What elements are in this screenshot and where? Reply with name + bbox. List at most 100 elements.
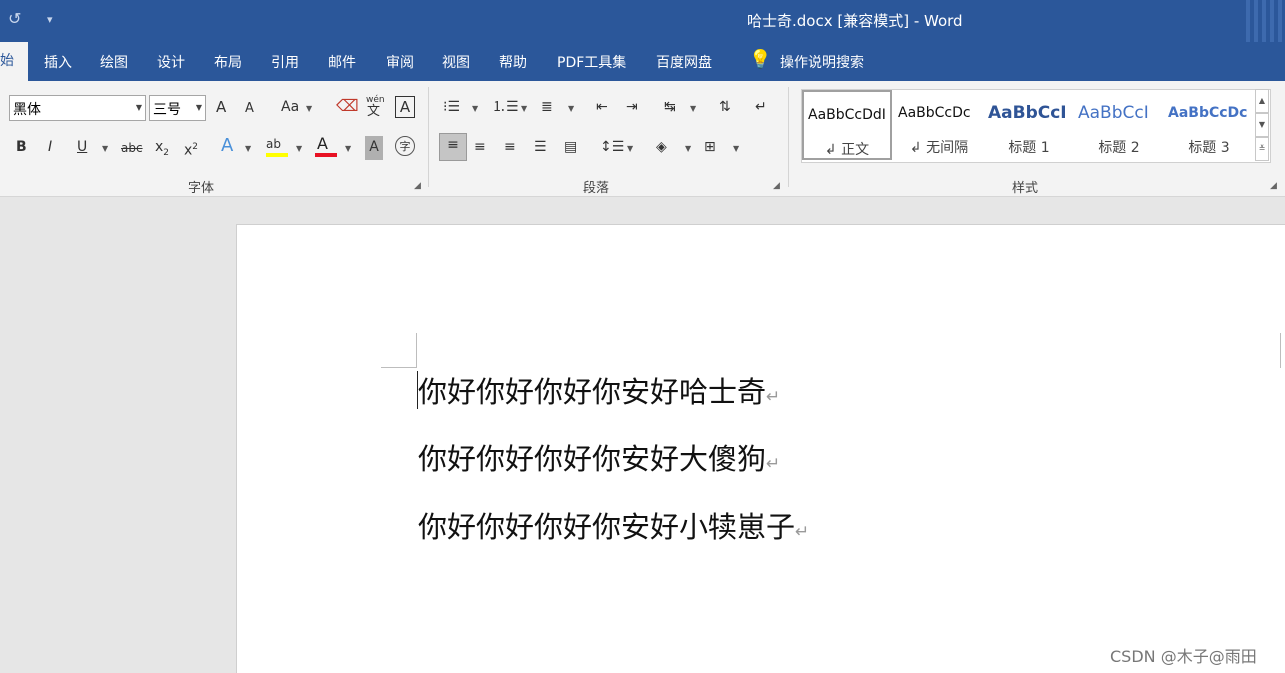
strikethrough-button[interactable]: abc xyxy=(121,137,143,161)
chevron-down-icon[interactable]: ▼ xyxy=(733,144,739,153)
bold-button[interactable]: B xyxy=(16,136,27,160)
decrease-indent-icon[interactable]: ⇤ xyxy=(596,96,608,120)
styles-scroll-up[interactable]: ▲ xyxy=(1255,89,1269,113)
style-heading-1[interactable]: AaBbCcI 标题 1 xyxy=(984,90,1074,160)
tab-references[interactable]: 引用 xyxy=(271,52,299,72)
multilevel-list-icon[interactable]: ≣ xyxy=(541,96,553,120)
window-title: 哈士奇.docx [兼容模式] - Word xyxy=(747,12,963,30)
document-line[interactable]: 你好你好你好你安好小犊崽子↵ xyxy=(418,504,809,546)
align-center-icon[interactable]: ≡ xyxy=(474,136,486,160)
styles-scroll-down[interactable]: ▼ xyxy=(1255,113,1269,137)
style-heading-3[interactable]: AaBbCcDc 标题 3 xyxy=(1164,90,1254,160)
distributed-icon[interactable]: ▤ xyxy=(564,136,577,160)
dialog-launcher-icon[interactable]: ◢ xyxy=(1270,181,1277,191)
chevron-down-icon[interactable]: ▼ xyxy=(685,144,691,153)
document-line[interactable]: 你好你好你好你安好哈士奇↵ xyxy=(418,369,780,411)
chevron-down-icon[interactable]: ▼ xyxy=(345,144,351,153)
paragraph-mark: ↵ xyxy=(766,387,781,407)
change-case-button[interactable]: Aa xyxy=(281,96,299,120)
sort-icon[interactable]: ⇅ xyxy=(719,96,731,120)
tab-baidu-netdisk[interactable]: 百度网盘 xyxy=(656,52,712,72)
style-normal[interactable]: AaBbCcDdI ↲ 正文 xyxy=(802,90,892,160)
superscript-button[interactable]: x2 xyxy=(184,136,198,160)
style-name: ↲ 无间隔 xyxy=(909,140,969,156)
clear-formatting-icon[interactable]: ⌫ xyxy=(336,95,359,119)
char-border-button[interactable]: A xyxy=(395,96,415,118)
tab-draw[interactable]: 绘图 xyxy=(100,52,128,72)
justify-icon[interactable]: ☰ xyxy=(534,136,547,160)
crop-mark xyxy=(381,367,417,368)
chevron-down-icon[interactable]: ▼ xyxy=(102,144,108,153)
paragraph-mark: ↵ xyxy=(795,522,810,542)
font-size-box[interactable]: 三号 ▼ xyxy=(149,95,206,121)
style-heading-2[interactable]: AaBbCcI 标题 2 xyxy=(1074,90,1164,160)
enclose-characters-button[interactable]: 字 xyxy=(395,136,415,156)
chevron-down-icon[interactable]: ▼ xyxy=(568,104,574,113)
text-effects-button[interactable]: A xyxy=(221,135,233,159)
shading-icon[interactable]: ◈ xyxy=(656,136,667,160)
align-right-icon[interactable]: ≡ xyxy=(504,136,516,160)
tell-me-search[interactable]: 操作说明搜索 xyxy=(780,52,864,72)
highlight-color-bar xyxy=(266,153,288,157)
style-sample: AaBbCcDc xyxy=(1168,105,1248,121)
increase-indent-icon[interactable]: ⇥ xyxy=(626,96,638,120)
chevron-down-icon[interactable]: ▼ xyxy=(521,104,527,113)
group-separator xyxy=(428,87,429,187)
font-group-label: 字体 xyxy=(188,181,215,196)
undo-icon[interactable]: ↺ xyxy=(8,9,21,28)
numbering-icon[interactable]: ⒈☰ xyxy=(492,96,519,120)
tab-review[interactable]: 审阅 xyxy=(386,52,414,72)
ribbon-home: 黑体 ▼ 三号 ▼ A A Aa ▼ ⌫ wén 文 A B I U ▼ abc… xyxy=(0,81,1285,197)
lightbulb-icon: 💡 xyxy=(749,49,772,70)
style-no-spacing[interactable]: AaBbCcDc ↲ 无间隔 xyxy=(894,90,984,160)
tab-view[interactable]: 视图 xyxy=(442,52,470,72)
chevron-down-icon[interactable]: ▼ xyxy=(472,104,478,113)
tab-mailings[interactable]: 邮件 xyxy=(328,52,356,72)
show-formatting-marks-icon[interactable]: ↵ xyxy=(755,96,767,120)
subscript-button[interactable]: x2 xyxy=(155,136,169,160)
chevron-down-icon[interactable]: ▼ xyxy=(690,104,696,113)
paragraph-group-label: 段落 xyxy=(583,181,610,196)
line-text: 你好你好你好你安好哈士奇 xyxy=(418,375,767,409)
document-line[interactable]: 你好你好你好你安好大傻狗↵ xyxy=(418,436,780,478)
chevron-down-icon[interactable]: ▼ xyxy=(306,104,312,113)
tab-layout[interactable]: 布局 xyxy=(214,52,242,72)
italic-button[interactable]: I xyxy=(48,136,52,160)
char-shading-button[interactable]: A xyxy=(365,136,383,160)
underline-button[interactable]: U xyxy=(77,136,87,160)
align-left-button[interactable]: ≡ xyxy=(439,133,467,161)
shrink-font-button[interactable]: A xyxy=(245,98,254,122)
tab-design[interactable]: 设计 xyxy=(157,52,185,72)
chinese-layout-icon[interactable]: ↹ xyxy=(664,96,676,120)
line-spacing-icon[interactable]: ↕☰ xyxy=(600,136,624,160)
superscript-mark: 2 xyxy=(192,142,199,152)
tab-insert[interactable]: 插入 xyxy=(44,52,72,72)
dialog-launcher-icon[interactable]: ◢ xyxy=(414,181,421,191)
style-sample: AaBbCcDc xyxy=(898,105,971,121)
font-name-box[interactable]: 黑体 ▼ xyxy=(9,95,146,121)
styles-more[interactable]: ≚ xyxy=(1255,137,1269,161)
styles-group-label: 样式 xyxy=(1012,181,1039,196)
chevron-down-icon[interactable]: ▼ xyxy=(196,103,202,112)
document-page[interactable]: 你好你好你好你安好哈士奇↵ 你好你好你好你安好大傻狗↵ 你好你好你好你安好小犊崽… xyxy=(236,224,1285,673)
tab-help[interactable]: 帮助 xyxy=(499,52,527,72)
style-name: 标题 3 xyxy=(1188,140,1230,156)
style-name: ↲ 正文 xyxy=(824,142,870,158)
group-separator xyxy=(788,87,789,187)
chevron-down-icon[interactable]: ▼ xyxy=(627,144,633,153)
window-controls[interactable] xyxy=(1246,0,1285,42)
crop-mark xyxy=(416,333,417,368)
chevron-down-icon[interactable]: ▼ xyxy=(136,103,142,112)
paragraph-mark: ↵ xyxy=(766,454,781,474)
borders-icon[interactable]: ⊞ xyxy=(704,136,716,160)
grow-font-button[interactable]: A xyxy=(216,96,226,120)
chevron-down-icon[interactable]: ▼ xyxy=(245,144,251,153)
dialog-launcher-icon[interactable]: ◢ xyxy=(773,181,780,191)
bullets-icon[interactable]: ⁝☰ xyxy=(443,96,460,120)
chevron-down-icon[interactable]: ▼ xyxy=(296,144,302,153)
crop-mark xyxy=(1280,333,1281,368)
line-text: 你好你好你好你安好小犊崽子 xyxy=(418,510,796,544)
tab-pdf-tools[interactable]: PDF工具集 xyxy=(557,52,626,72)
customize-dropdown-icon[interactable]: ▾ xyxy=(47,13,53,26)
tab-home[interactable]: 始 xyxy=(0,42,28,81)
